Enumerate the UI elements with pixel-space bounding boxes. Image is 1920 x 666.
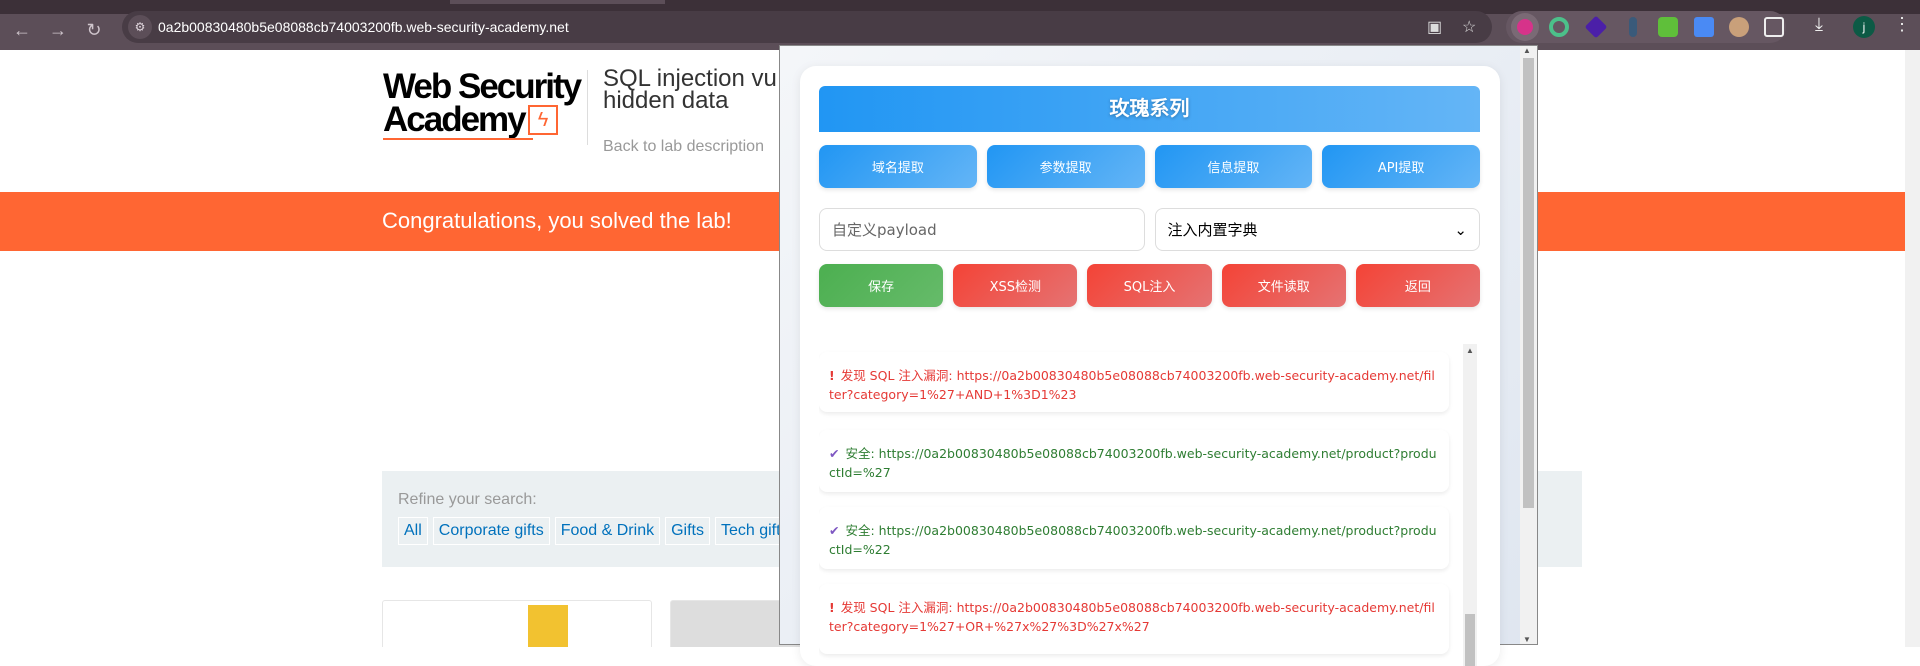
- back-icon[interactable]: ←: [8, 16, 36, 44]
- product-card[interactable]: [382, 600, 652, 647]
- dict-select-value: 注入内置字典: [1167, 221, 1258, 239]
- filter-chip-corporate-gifts[interactable]: Corporate gifts: [432, 517, 550, 545]
- log-item: ✔ 安全: https://0a2b00830480b5e08088cb74003…: [819, 507, 1449, 569]
- log-text: 安全: https://0a2b00830480b5e08088cb740032…: [829, 523, 1437, 557]
- extensions-bar: [1506, 11, 1786, 43]
- exclamation-icon: !: [829, 600, 835, 615]
- back-button[interactable]: 返回: [1355, 264, 1481, 307]
- back-to-lab-link[interactable]: Back to lab description: [603, 138, 764, 156]
- lab-title-line2: hidden data: [603, 87, 729, 114]
- product-image: [528, 605, 568, 647]
- extension-popup: 玫瑰系列 域名提取 参数提取 信息提取 API提取 自定义payload 注入内…: [779, 45, 1538, 666]
- check-icon: ✔: [829, 523, 840, 538]
- menu-kebab-icon[interactable]: ⋮: [1893, 14, 1911, 35]
- layers-extension-icon[interactable]: [1584, 15, 1608, 39]
- browser-toolbar: ← → ↻ ⚙ 0a2b00830480b5e08088cb74003200fb…: [0, 0, 1920, 50]
- xss-scan-button[interactable]: XSS检测: [953, 264, 1078, 307]
- log-item: ! 发现 SQL 注入漏洞: https://0a2b00830480b5e080…: [819, 352, 1449, 412]
- dict-select[interactable]: 注入内置字典 ⌄: [1154, 208, 1480, 251]
- puzzle-green-extension-icon[interactable]: [1658, 17, 1678, 37]
- filter-chip-all[interactable]: All: [398, 517, 428, 545]
- domain-extract-button[interactable]: 域名提取: [819, 145, 977, 188]
- active-tab[interactable]: [450, 0, 665, 4]
- avatar[interactable]: j: [1853, 16, 1875, 38]
- scroll-down-icon[interactable]: ▼: [1523, 635, 1531, 644]
- page-scrollbar[interactable]: [1905, 50, 1920, 647]
- banner-text: Congratulations, you solved the lab!: [382, 208, 732, 233]
- owl-extension-icon[interactable]: [1729, 17, 1749, 37]
- check-icon: ✔: [829, 446, 840, 461]
- scroll-up-icon[interactable]: ▲: [1523, 46, 1531, 55]
- translate-extension-icon[interactable]: [1694, 17, 1714, 37]
- log-item: ✔ 安全: https://0a2b00830480b5e08088cb74003…: [819, 430, 1449, 492]
- file-read-button[interactable]: 文件读取: [1221, 264, 1346, 307]
- param-extract-button[interactable]: 参数提取: [986, 145, 1145, 188]
- log-text: 发现 SQL 注入漏洞: https://0a2b00830480b5e0808…: [829, 600, 1435, 634]
- logo-underline: [383, 138, 533, 140]
- log-text: 安全: https://0a2b00830480b5e08088cb740032…: [829, 446, 1437, 480]
- payload-input[interactable]: 自定义payload: [819, 208, 1145, 251]
- payload-placeholder: 自定义payload: [832, 221, 937, 239]
- api-extract-button[interactable]: API提取: [1322, 145, 1480, 188]
- filter-chip-food-drink[interactable]: Food & Drink: [554, 517, 661, 545]
- log-text: 发现 SQL 注入漏洞: https://0a2b00830480b5e0808…: [829, 368, 1435, 402]
- chevron-down-icon: ⌄: [1454, 220, 1467, 239]
- forward-icon[interactable]: →: [44, 16, 72, 44]
- scroll-up-icon[interactable]: ▲: [1466, 346, 1474, 355]
- popup-scrollbar[interactable]: ▲ ▼: [1520, 46, 1537, 644]
- logo-line1: Web Security: [383, 67, 582, 106]
- site-info-icon[interactable]: ⚙: [128, 15, 152, 39]
- log-scroll-thumb[interactable]: [1465, 614, 1475, 666]
- address-bar[interactable]: ⚙ 0a2b00830480b5e08088cb74003200fb.web-s…: [122, 11, 1492, 43]
- sql-injection-button[interactable]: SQL注入: [1087, 264, 1212, 307]
- log-item: ! 发现 SQL 注入漏洞: https://0a2b00830480b5e080…: [819, 584, 1449, 654]
- result-log: ! 发现 SQL 注入漏洞: https://0a2b00830480b5e080…: [819, 344, 1480, 666]
- bookmark-star-icon[interactable]: ☆: [1462, 17, 1476, 37]
- lightning-icon: ϟ: [528, 105, 558, 135]
- lab-title: SQL injection vu hidden data: [603, 67, 803, 114]
- save-button[interactable]: 保存: [819, 264, 944, 307]
- popup-scroll-thumb[interactable]: [1523, 58, 1534, 508]
- circle-extension-icon[interactable]: [1549, 17, 1569, 37]
- popup-title: 玫瑰系列: [819, 86, 1480, 132]
- filter-chip-gifts[interactable]: Gifts: [665, 517, 710, 545]
- download-icon[interactable]: ⤓: [1815, 14, 1823, 35]
- url-text[interactable]: 0a2b00830480b5e08088cb74003200fb.web-sec…: [158, 19, 569, 35]
- reload-icon[interactable]: ↻: [80, 16, 108, 44]
- header-divider: [587, 70, 588, 145]
- translate-icon[interactable]: ▣: [1427, 17, 1442, 37]
- rose-extension-icon[interactable]: [1511, 13, 1539, 41]
- exclamation-icon: !: [829, 368, 835, 383]
- info-extract-button[interactable]: 信息提取: [1154, 145, 1313, 188]
- wayback-extension-icon[interactable]: [1629, 17, 1637, 37]
- extensions-puzzle-icon[interactable]: [1764, 17, 1784, 37]
- web-security-academy-logo[interactable]: Web Security Academy ϟ: [383, 67, 583, 142]
- popup-card: 玫瑰系列 域名提取 参数提取 信息提取 API提取 自定义payload 注入内…: [800, 66, 1500, 666]
- filter-label: Refine your search:: [398, 491, 537, 508]
- log-scrollbar[interactable]: ▲: [1463, 344, 1477, 666]
- filter-chip-tech-gifts[interactable]: Tech gift: [714, 517, 787, 545]
